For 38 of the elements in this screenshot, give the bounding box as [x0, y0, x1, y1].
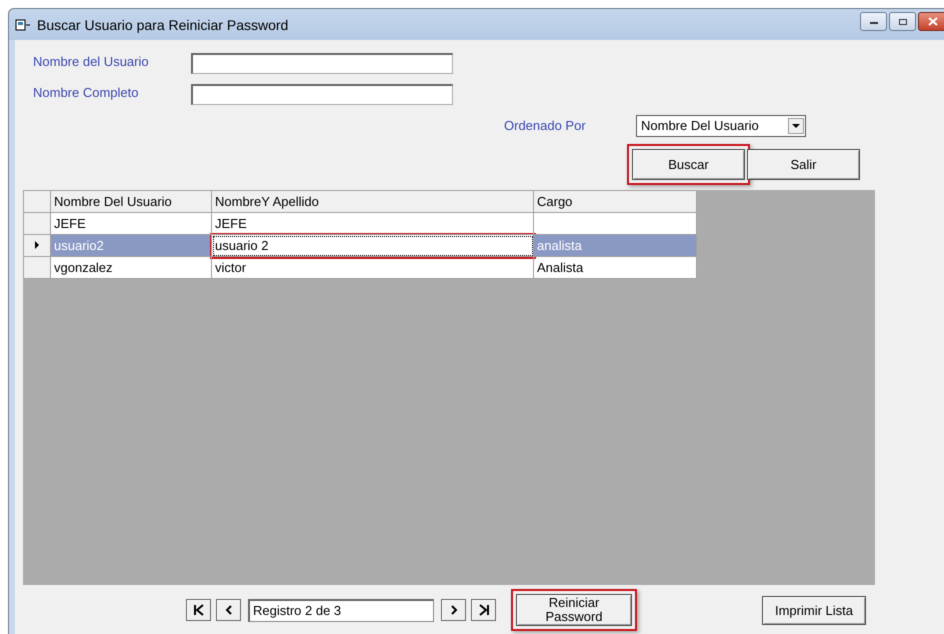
table-row[interactable]: usuario2 usuario 2 analista: [24, 234, 696, 256]
reset-password-button[interactable]: Reiniciar Password: [516, 594, 632, 626]
column-header[interactable]: Nombre Del Usuario: [50, 190, 212, 212]
field-label: Nombre Completo: [32, 85, 140, 100]
sort-dropdown[interactable]: Nombre Del Usuario: [636, 114, 806, 136]
next-record-button[interactable]: [441, 599, 466, 621]
row-pointer-icon: [34, 240, 40, 250]
print-list-button[interactable]: Imprimir Lista: [762, 596, 866, 624]
field-label: Nombre del Usuario: [32, 54, 150, 69]
table-cell: Analista: [537, 260, 584, 275]
input-field[interactable]: [191, 84, 453, 105]
window-title: Buscar Usuario para Reiniciar Password: [37, 16, 288, 32]
search-button[interactable]: Buscar: [632, 148, 745, 180]
last-record-button[interactable]: [471, 599, 496, 621]
table-cell: JEFE: [54, 216, 86, 231]
close-button[interactable]: [918, 12, 944, 31]
exit-button[interactable]: Salir: [747, 148, 860, 180]
table-cell: JEFE: [215, 216, 247, 231]
maximize-icon: [898, 18, 908, 26]
sort-label: Ordenado Por: [504, 118, 587, 133]
input-field[interactable]: [191, 53, 453, 74]
table-cell: usuario 2: [215, 238, 268, 253]
table-row[interactable]: vgonzalez victor Analista: [24, 256, 696, 278]
window-icon: [15, 18, 31, 32]
close-icon: [928, 17, 938, 26]
last-icon: [478, 604, 490, 616]
column-header[interactable]: NombreY Apellido: [212, 190, 534, 212]
previous-record-button[interactable]: [216, 599, 241, 621]
record-field[interactable]: Registro 2 de 3: [248, 598, 434, 622]
table-cell: analista: [537, 238, 582, 253]
column-header[interactable]: Cargo: [534, 190, 696, 212]
minimize-button[interactable]: [860, 12, 887, 31]
maximize-button[interactable]: [889, 12, 916, 31]
table-cell: vgonzalez: [54, 260, 113, 275]
first-icon: [192, 604, 204, 616]
table-cell: victor: [215, 260, 246, 275]
table-cell: usuario2: [54, 238, 104, 253]
first-record-button[interactable]: [186, 599, 211, 621]
